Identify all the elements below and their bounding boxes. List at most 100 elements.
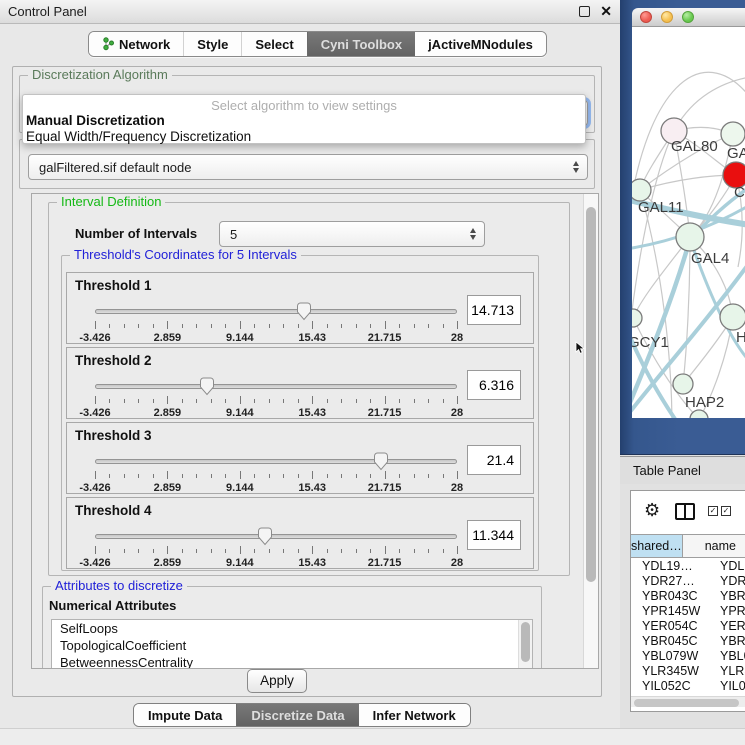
- threshold-value-field[interactable]: 11.344: [467, 520, 521, 550]
- network-node-hap2[interactable]: [673, 374, 693, 394]
- table-row[interactable]: YLR345WYLR345W: [631, 664, 745, 679]
- column-header-shared-name[interactable]: shared…: [631, 535, 683, 557]
- table-row[interactable]: YBR045CYBR045C: [631, 634, 745, 649]
- table-cell[interactable]: YDL19…: [631, 559, 709, 574]
- scrollbar-thumb[interactable]: [634, 699, 739, 707]
- dropdown-placeholder-option[interactable]: Select algorithm to view settings: [23, 98, 585, 113]
- table-cell[interactable]: YLR345W: [709, 664, 745, 679]
- scrollbar-thumb[interactable]: [586, 207, 596, 582]
- close-traffic-light-icon[interactable]: [640, 11, 652, 23]
- tab-discretize-data[interactable]: Discretize Data: [236, 704, 358, 726]
- threshold-label: Threshold 4: [75, 503, 152, 518]
- table-cell[interactable]: YPR145W: [631, 604, 709, 619]
- tick-mark: [225, 324, 226, 328]
- column-split-icon[interactable]: [675, 503, 695, 520]
- table-cell[interactable]: YBL079W: [631, 649, 709, 664]
- table-cell[interactable]: YBL079W: [709, 649, 745, 664]
- slider-thumb[interactable]: [373, 452, 389, 471]
- table-cell[interactable]: YBR043C: [631, 589, 709, 604]
- threshold-value-field[interactable]: 14.713: [467, 295, 521, 325]
- table-cell[interactable]: YIL052C: [631, 679, 709, 694]
- table-panel-titlebar[interactable]: Table Panel: [620, 456, 745, 484]
- table-row[interactable]: YER054CYER054C: [631, 619, 745, 634]
- tick-mark: [457, 321, 458, 329]
- network-node-gcy1[interactable]: [632, 309, 642, 327]
- number-of-intervals-spinner[interactable]: 5: [219, 221, 485, 247]
- minimize-traffic-light-icon[interactable]: [661, 11, 673, 23]
- network-node-ga[interactable]: [721, 122, 745, 146]
- table-row[interactable]: YPR145WYPR145W: [631, 604, 745, 619]
- slider-thumb[interactable]: [296, 302, 312, 321]
- slider-track[interactable]: [95, 384, 457, 389]
- list-item[interactable]: BetweennessCentrality: [52, 654, 532, 669]
- tick-mark: [124, 399, 125, 403]
- combo-stepper-icon[interactable]: [470, 228, 476, 240]
- tick-mark: [457, 546, 458, 554]
- apply-button[interactable]: Apply: [247, 669, 307, 693]
- threshold-value-field[interactable]: 21.4: [467, 445, 521, 475]
- slider-track[interactable]: [95, 459, 457, 464]
- threshold-value-field[interactable]: 6.316: [467, 370, 521, 400]
- tab-cyni-toolbox[interactable]: Cyni Toolbox: [307, 32, 415, 56]
- float-window-icon[interactable]: [579, 6, 590, 17]
- tab-jactivemnodules[interactable]: jActiveMNodules: [415, 32, 546, 56]
- attributes-group: Attributes to discretize Numerical Attri…: [42, 586, 542, 669]
- tab-infer-network[interactable]: Infer Network: [359, 704, 470, 726]
- table-cell[interactable]: YBR043C: [709, 589, 745, 604]
- group-title: Discretization Algorithm: [28, 67, 172, 82]
- slider-thumb[interactable]: [257, 527, 273, 546]
- table-row[interactable]: YBR043CYBR043C: [631, 589, 745, 604]
- network-node-gal11[interactable]: [632, 179, 651, 201]
- table-row[interactable]: YBL079WYBL079W: [631, 649, 745, 664]
- network-node[interactable]: [690, 410, 708, 418]
- table-row[interactable]: YDL19…YDL19: [631, 559, 745, 574]
- table-cell[interactable]: YIL052C: [709, 679, 745, 694]
- table-row[interactable]: YDR27…YDR27: [631, 574, 745, 589]
- zoom-traffic-light-icon[interactable]: [682, 11, 694, 23]
- slider-tick-labels: -3.4262.8599.14415.4321.71528: [95, 557, 457, 569]
- close-icon[interactable]: ✕: [600, 6, 612, 17]
- table-cell[interactable]: YBR045C: [631, 634, 709, 649]
- table-cell[interactable]: YER054C: [631, 619, 709, 634]
- table-cell[interactable]: YBR045C: [709, 634, 745, 649]
- tick-mark: [124, 474, 125, 478]
- table-cell[interactable]: YDL19: [709, 559, 745, 574]
- table-cell[interactable]: YPR145W: [709, 604, 745, 619]
- network-edge[interactable]: [632, 131, 674, 327]
- list-item[interactable]: SelfLoops: [52, 620, 532, 637]
- tab-network[interactable]: Network: [89, 32, 183, 56]
- tick-mark: [167, 396, 168, 404]
- list-scrollbar-thumb[interactable]: [521, 622, 530, 662]
- network-node-h[interactable]: [720, 304, 745, 330]
- tick-mark: [109, 549, 110, 553]
- settings-gear-icon[interactable]: ⚙: [644, 500, 660, 521]
- table-cell[interactable]: YLR345W: [631, 664, 709, 679]
- tab-impute-data[interactable]: Impute Data: [134, 704, 236, 726]
- network-canvas[interactable]: GAL80GACGAL11GAL4GCY1HHAP2: [632, 27, 745, 418]
- list-scrollbar[interactable]: [518, 620, 532, 669]
- numerical-attributes-list[interactable]: SelfLoops TopologicalCoefficient Between…: [51, 619, 533, 669]
- tick-mark: [254, 324, 255, 328]
- column-header-name[interactable]: name: [683, 535, 745, 557]
- tab-style[interactable]: Style: [183, 32, 241, 56]
- slider-track[interactable]: [95, 534, 457, 539]
- tick-mark: [327, 324, 328, 328]
- table-cell[interactable]: YDR27: [709, 574, 745, 589]
- right-region: GAL80GACGAL11GAL4GCY1HHAP2 Table Panel ⚙…: [620, 0, 745, 745]
- slider-thumb[interactable]: [199, 377, 215, 396]
- table-row[interactable]: YIL052CYIL052C: [631, 679, 745, 694]
- network-graph[interactable]: GAL80GACGAL11GAL4GCY1HHAP2: [632, 27, 745, 418]
- tab-select[interactable]: Select: [241, 32, 306, 56]
- dropdown-option-equal-width-frequency[interactable]: Equal Width/Frequency Discretization: [26, 129, 251, 144]
- combo-stepper-icon[interactable]: [573, 161, 579, 173]
- network-node-gal4[interactable]: [676, 223, 704, 251]
- table-cell[interactable]: YDR27…: [631, 574, 709, 589]
- table-data-combobox[interactable]: galFiltered.sif default node: [28, 154, 588, 180]
- table-horizontal-scrollbar[interactable]: [631, 696, 745, 707]
- slider-track[interactable]: [95, 309, 457, 314]
- settings-vertical-scrollbar[interactable]: [583, 194, 598, 668]
- table-cell[interactable]: YER054C: [709, 619, 745, 634]
- dropdown-option-manual-discretization[interactable]: Manual Discretization: [26, 113, 165, 128]
- list-item[interactable]: TopologicalCoefficient: [52, 637, 532, 654]
- select-columns-icon[interactable]: ✓ ✓: [708, 506, 731, 516]
